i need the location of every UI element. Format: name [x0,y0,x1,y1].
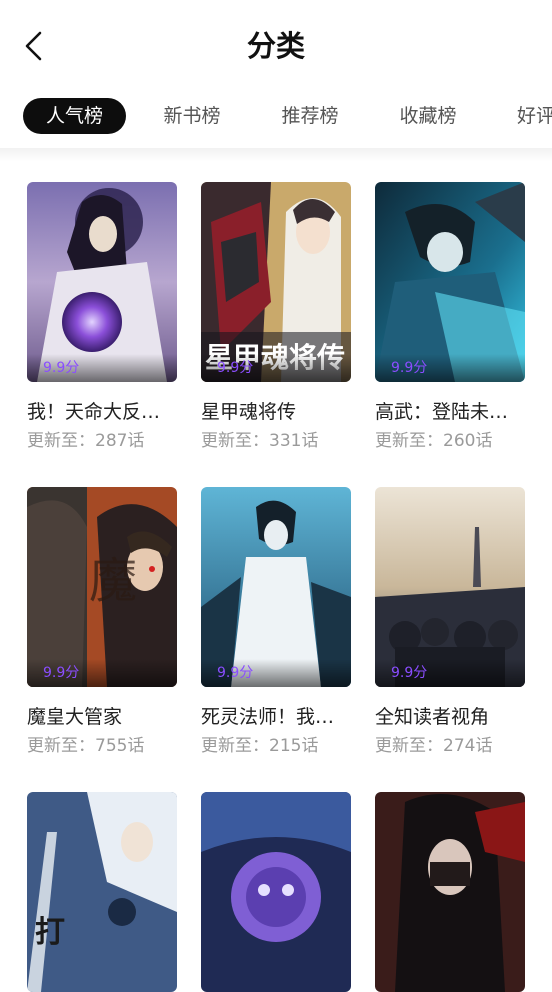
tabs-divider [0,148,552,162]
comic-card[interactable] [375,792,527,992]
comic-title[interactable]: 魔皇大管家 [27,703,179,731]
comic-title[interactable]: 全知读者视角 [375,703,527,731]
comic-card[interactable]: 星甲魂将传 9.9分 星甲魂将传 更新至：331话 [201,182,353,454]
comic-cover[interactable]: 打 [27,792,177,992]
comic-cover[interactable]: 9.9分 [375,487,525,687]
score-label: 9.9分 [391,665,428,681]
score-label: 9.9分 [43,360,80,376]
update-info: 更新至：331话 [201,431,319,451]
svg-text:魔: 魔 [89,553,137,609]
comic-cover[interactable] [375,792,525,992]
tab-recommended[interactable]: 推荐榜 [268,98,352,134]
comic-title[interactable]: 高武：登陆未… [375,398,527,426]
comic-cover[interactable]: 9.9分 [27,182,177,382]
update-info: 更新至：274话 [375,736,493,756]
update-info: 更新至：287话 [27,431,145,451]
comic-card[interactable]: 魔 9.9分 魔皇大管家 更新至：755话 [27,487,179,759]
svg-text:打: 打 [35,915,65,950]
comic-card[interactable] [201,792,353,992]
comic-card[interactable]: 9.9分 我！天命大反… 更新至：287话 [27,182,179,454]
comic-card[interactable]: 打 [27,792,179,992]
ranking-tabs: 人气榜 新书榜 推荐榜 收藏榜 好评 [0,96,552,136]
comic-cover[interactable]: 9.9分 [201,487,351,687]
tab-new-books[interactable]: 新书榜 [150,98,234,134]
comic-card[interactable]: 9.9分 死灵法师！我… 更新至：215话 [201,487,353,759]
comic-cover[interactable]: 9.9分 [375,182,525,382]
comic-card[interactable]: 9.9分 高武：登陆未… 更新至：260话 [375,182,527,454]
score-label: 9.9分 [217,665,254,681]
comic-title[interactable]: 我！天命大反… [27,398,179,426]
comic-cover[interactable]: 星甲魂将传 9.9分 [201,182,351,382]
comic-card[interactable]: 9.9分 全知读者视角 更新至：274话 [375,487,527,759]
header: 分类 [0,0,552,92]
update-info: 更新至：215话 [201,736,319,756]
score-label: 9.9分 [43,665,80,681]
tab-favorites[interactable]: 收藏榜 [386,98,470,134]
tab-top-rated[interactable]: 好评 [504,98,552,134]
comic-cover[interactable]: 魔 9.9分 [27,487,177,687]
comic-title[interactable]: 星甲魂将传 [201,398,353,426]
comic-title[interactable]: 死灵法师！我… [201,703,353,731]
score-label: 9.9分 [217,360,254,376]
update-info: 更新至：260话 [375,431,493,451]
tab-popular[interactable]: 人气榜 [23,98,126,134]
page-title: 分类 [246,29,305,63]
score-label: 9.9分 [391,360,428,376]
comic-grid: 9.9分 我！天命大反… 更新至：287话 星甲魂将传 9.9分 星甲魂将传 更… [0,180,552,992]
update-info: 更新至：755话 [27,736,145,756]
comic-cover[interactable] [201,792,351,992]
